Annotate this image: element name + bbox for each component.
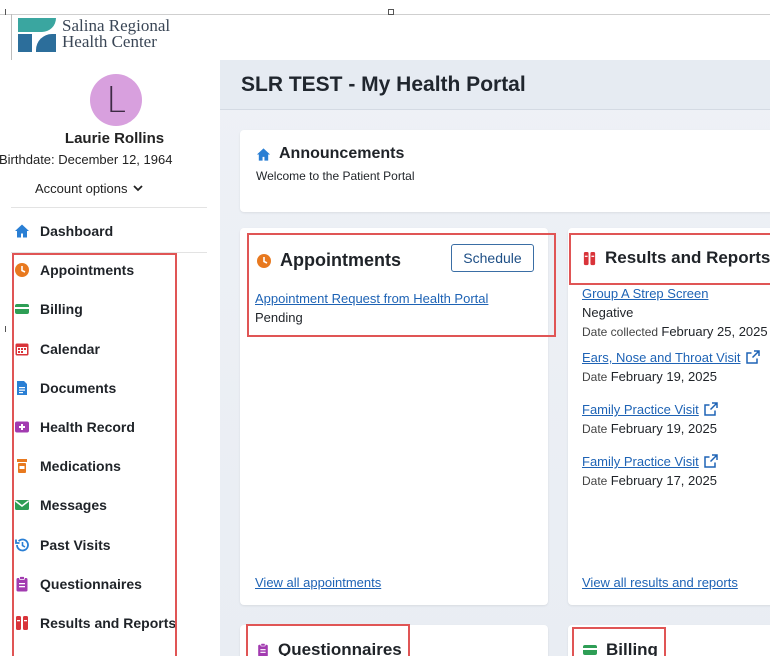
- brand-logo[interactable]: Salina Regional Health Center: [18, 17, 170, 52]
- result-item-date: Date collected February 25, 2025: [582, 324, 768, 339]
- annotation-highlight-nav: [12, 253, 177, 656]
- result-item: Family Practice Visit: [582, 454, 718, 469]
- account-options-label: Account options: [35, 181, 128, 196]
- brand-logo-mark: [18, 18, 56, 52]
- result-item-date-label: Date: [582, 370, 608, 384]
- result-item-date-label: Date: [582, 422, 608, 436]
- result-item-date-label: Date collected: [582, 325, 659, 339]
- external-link-icon[interactable]: [704, 454, 718, 468]
- result-item-link[interactable]: Group A Strep Screen: [582, 286, 708, 301]
- home-icon: [14, 223, 30, 239]
- view-all-results-link[interactable]: View all results and reports: [582, 575, 738, 590]
- frame-side-tick: [0, 326, 6, 332]
- page-title: SLR TEST - My Health Portal: [241, 73, 526, 96]
- result-item-date: Date February 19, 2025: [582, 421, 717, 436]
- result-item: Ears, Nose and Throat Visit: [582, 350, 760, 365]
- page-header: SLR TEST - My Health Portal: [220, 60, 770, 110]
- user-birthdate: Birthdate: December 12, 1964: [0, 152, 173, 167]
- brand-name: Salina Regional Health Center: [62, 17, 170, 51]
- account-options-button[interactable]: Account options: [35, 181, 143, 196]
- result-item-link[interactable]: Ears, Nose and Throat Visit: [582, 350, 741, 365]
- annotation-highlight-results: [569, 233, 770, 285]
- sidebar-item-dashboard[interactable]: Dashboard: [14, 219, 113, 243]
- result-item-value: Negative: [582, 305, 634, 320]
- announcements-title: Announcements: [256, 145, 404, 163]
- brand-name-line2: Health Center: [62, 32, 157, 51]
- result-item-date: Date February 19, 2025: [582, 369, 717, 384]
- chevron-down-icon: [132, 185, 143, 192]
- main-content: SLR TEST - My Health Portal Announcement…: [220, 60, 770, 656]
- result-item: Family Practice Visit: [582, 402, 718, 417]
- result-item-link[interactable]: Family Practice Visit: [582, 402, 699, 417]
- external-link-icon[interactable]: [745, 350, 760, 364]
- result-item-link[interactable]: Family Practice Visit: [582, 454, 699, 469]
- result-item-date-value: February 25, 2025: [661, 324, 768, 339]
- annotation-highlight-billing: [572, 627, 666, 656]
- sidebar-divider: [11, 207, 207, 208]
- user-name: Laurie Rollins: [64, 130, 165, 147]
- announcements-title-text: Announcements: [279, 145, 405, 162]
- external-link-icon[interactable]: [704, 402, 718, 416]
- announcements-card: Announcements Welcome to the Patient Por…: [240, 130, 770, 212]
- avatar[interactable]: L: [90, 74, 142, 126]
- view-all-appointments-link[interactable]: View all appointments: [255, 575, 381, 590]
- frame-corner-tick: [0, 9, 6, 15]
- result-item-date-value: February 19, 2025: [610, 369, 717, 384]
- annotation-highlight-questionnaires: [246, 624, 410, 656]
- frame-top-line: [0, 14, 770, 15]
- announcements-text: Welcome to the Patient Portal: [256, 169, 415, 183]
- sidebar-item-label: Dashboard: [40, 223, 114, 239]
- result-item-date-label: Date: [582, 474, 608, 488]
- result-item-date-value: February 17, 2025: [610, 473, 717, 488]
- resize-handle[interactable]: [388, 9, 394, 15]
- result-item-date: Date February 17, 2025: [582, 473, 717, 488]
- annotation-highlight-appointments: [247, 233, 556, 337]
- result-item-date-value: February 19, 2025: [610, 421, 717, 436]
- home-icon: [256, 147, 271, 161]
